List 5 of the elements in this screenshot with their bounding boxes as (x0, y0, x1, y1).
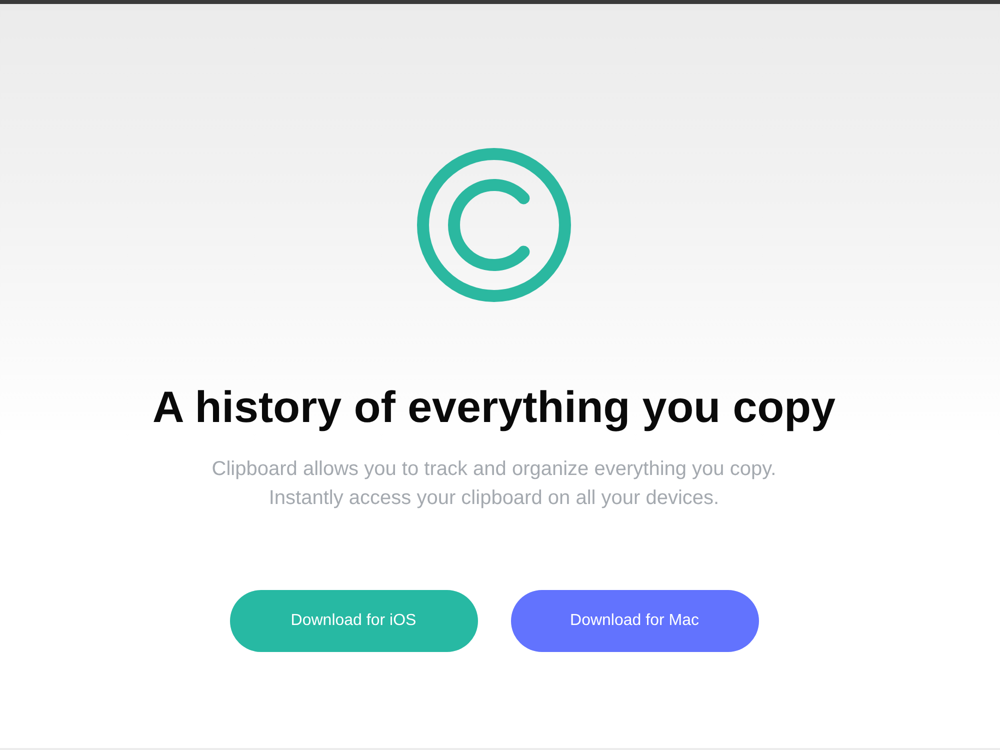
description-text: Clipboard allows you to track and organize everything you copy. Instantly access your clipboard on all your devices. (210, 457, 778, 511)
download-button[interactable]: Download for Mac (510, 590, 758, 652)
copyright-logo-icon (416, 147, 572, 303)
headline: A history of everything you copy (152, 382, 836, 434)
download-button[interactable]: Download for iOS (230, 590, 478, 652)
